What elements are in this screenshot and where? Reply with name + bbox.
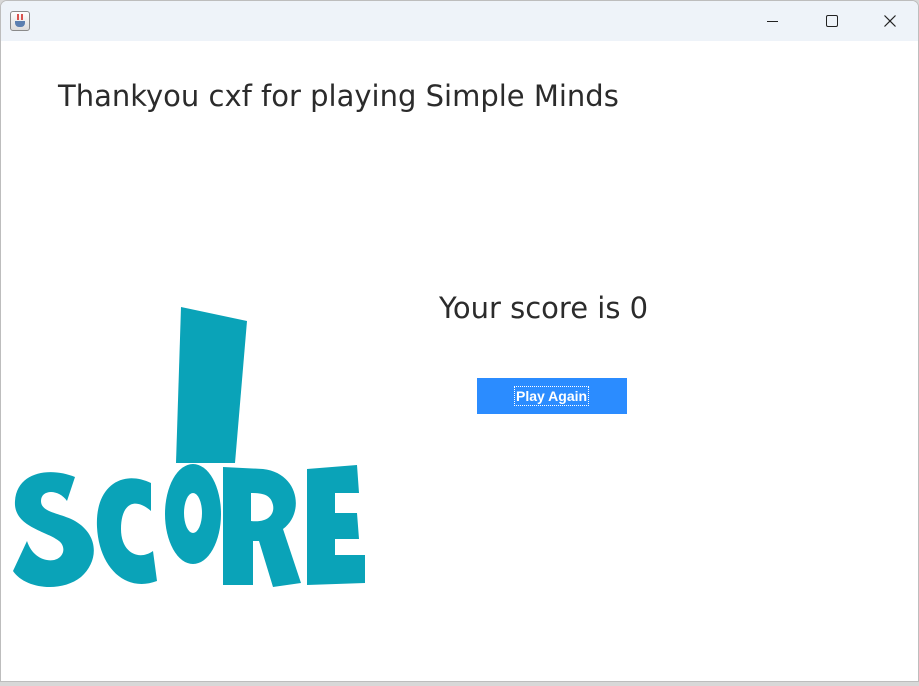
title-bar[interactable] xyxy=(1,1,918,41)
thank-you-message: Thankyou cxf for playing Simple Minds xyxy=(58,79,619,113)
score-logo-image xyxy=(13,307,365,588)
app-window: Thankyou cxf for playing Simple Minds Yo… xyxy=(0,0,919,682)
close-icon[interactable] xyxy=(861,1,918,41)
minimize-icon[interactable] xyxy=(743,1,801,41)
play-again-label: Play Again xyxy=(514,386,590,406)
play-again-button[interactable]: Play Again xyxy=(477,378,627,414)
java-cup-icon[interactable] xyxy=(10,11,30,31)
maximize-icon[interactable] xyxy=(802,1,860,41)
score-message: Your score is 0 xyxy=(439,291,649,325)
